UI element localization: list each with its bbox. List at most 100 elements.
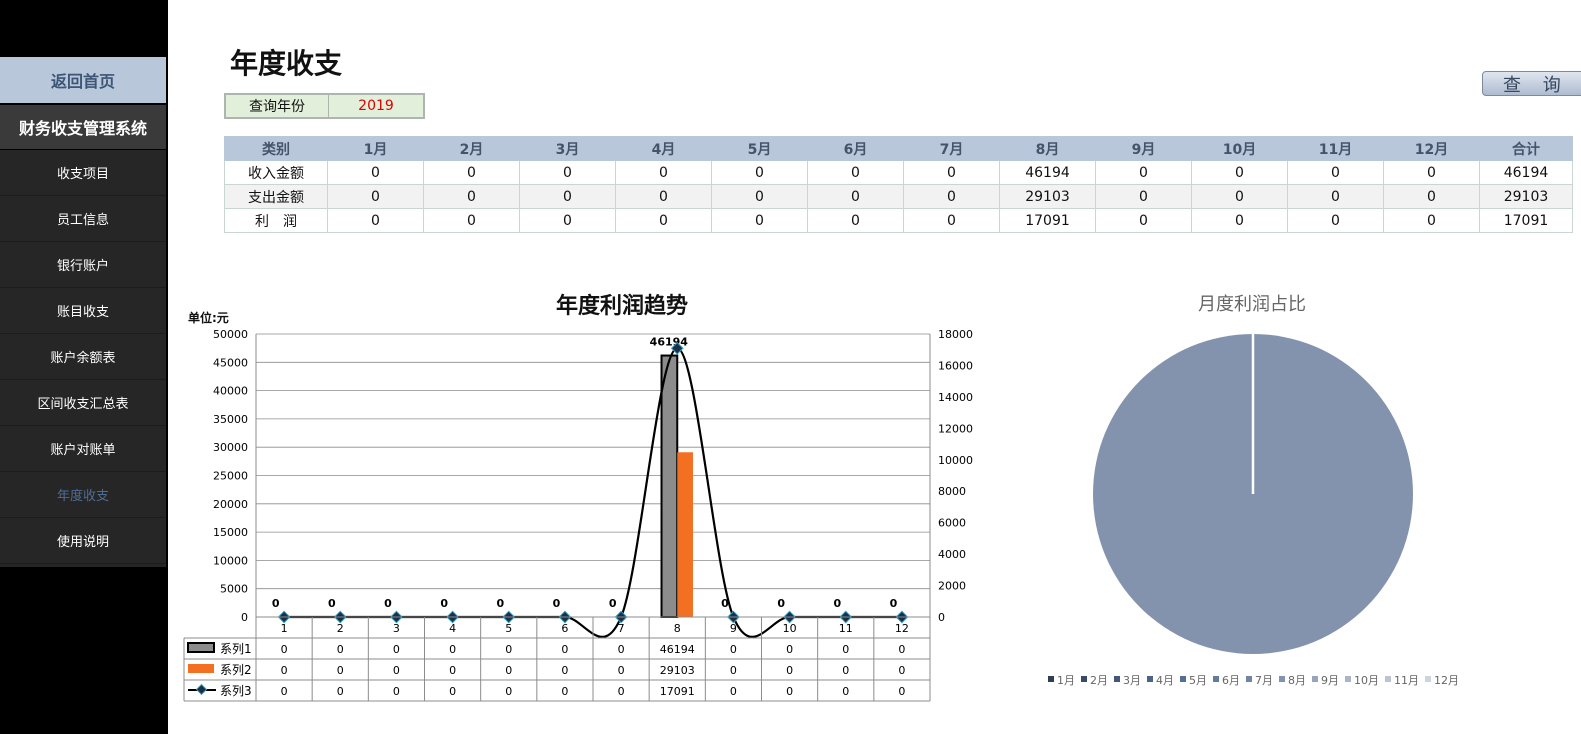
table-value: 0 <box>898 643 905 656</box>
trend-chart-title: 年度利润趋势 <box>556 294 689 319</box>
y-tick-label-left: 40000 <box>213 385 248 398</box>
x-tick-label: 11 <box>839 622 853 635</box>
pie-legend-label: 5月 <box>1189 674 1207 687</box>
bar-data-label: 0 <box>272 597 280 610</box>
pie-legend-key <box>1180 676 1186 682</box>
table-value: 29103 <box>660 664 695 677</box>
header-month: 11月 <box>1287 136 1384 161</box>
value-cell: 0 <box>711 160 808 185</box>
pie-legend-label: 12月 <box>1434 674 1459 687</box>
pie-legend-key <box>1213 676 1219 682</box>
sidebar-item-bank-accounts[interactable]: 银行账户 <box>0 242 166 288</box>
y-tick-label-left: 0 <box>241 611 248 624</box>
home-button[interactable]: 返回首页 <box>0 57 166 103</box>
value-cell: 0 <box>1383 184 1480 209</box>
x-tick-label: 5 <box>505 622 512 635</box>
header-month: 10月 <box>1191 136 1288 161</box>
pie-legend-label: 2月 <box>1090 674 1108 687</box>
header-month: 12月 <box>1383 136 1480 161</box>
value-cell: 0 <box>519 208 616 233</box>
y-tick-label-right: 18000 <box>938 328 973 341</box>
pie-legend-key <box>1312 676 1318 682</box>
x-tick-label: 12 <box>895 622 909 635</box>
value-cell: 0 <box>1191 208 1288 233</box>
line-series3 <box>284 347 902 638</box>
sidebar-item-annual[interactable]: 年度收支 <box>0 472 166 518</box>
value-cell: 0 <box>1095 160 1192 185</box>
bar-series2 <box>677 452 693 617</box>
bar-data-label: 0 <box>440 597 448 610</box>
table-value: 0 <box>393 664 400 677</box>
y-tick-label-left: 5000 <box>220 583 248 596</box>
value-cell: 0 <box>615 184 712 209</box>
header-month: 5月 <box>711 136 808 161</box>
table-value: 0 <box>730 685 737 698</box>
y-tick-label-left: 50000 <box>213 328 248 341</box>
sidebar-item-balance[interactable]: 账户余额表 <box>0 334 166 380</box>
sidebar: 返回首页 财务收支管理系统 收支项目 员工信息 银行账户 账目收支 账户余额表 … <box>0 0 168 734</box>
legend-key-marker <box>195 683 208 696</box>
sidebar-item-statement[interactable]: 账户对账单 <box>0 426 166 472</box>
summary-table: 类别 1月 2月 3月 4月 5月 6月 7月 8月 9月 10月 11月 12… <box>224 136 1573 233</box>
pie-legend-key <box>1081 676 1087 682</box>
table-value: 0 <box>281 664 288 677</box>
legend-key <box>187 642 215 653</box>
page-title: 年度收支 <box>230 47 343 80</box>
year-label: 查询年份 <box>226 95 329 117</box>
y-tick-label-right: 0 <box>938 611 945 624</box>
x-tick-label: 7 <box>618 622 625 635</box>
header-month: 8月 <box>999 136 1096 161</box>
table-value: 0 <box>898 664 905 677</box>
sidebar-item-help[interactable]: 使用说明 <box>0 518 166 564</box>
sidebar-item-ledger[interactable]: 账目收支 <box>0 288 166 334</box>
y-tick-label-left: 35000 <box>213 413 248 426</box>
x-tick-label: 9 <box>730 622 737 635</box>
value-cell: 0 <box>1191 160 1288 185</box>
trend-chart: 0500010000150002000025000300003500040000… <box>183 328 973 702</box>
value-cell: 0 <box>327 184 424 209</box>
table-value: 0 <box>730 643 737 656</box>
value-cell: 0 <box>807 184 904 209</box>
query-button[interactable]: 查 询 <box>1482 71 1581 96</box>
table-value: 0 <box>618 664 625 677</box>
header-total: 合计 <box>1479 136 1573 161</box>
table-value: 0 <box>505 643 512 656</box>
pie-legend-key <box>1114 676 1120 682</box>
sidebar-item-employees[interactable]: 员工信息 <box>0 196 166 242</box>
table-value: 0 <box>842 685 849 698</box>
value-cell: 0 <box>423 160 520 185</box>
pie-legend-label: 9月 <box>1321 674 1339 687</box>
pie-legend-key <box>1345 676 1351 682</box>
pie-legend-label: 3月 <box>1123 674 1141 687</box>
table-value: 0 <box>281 685 288 698</box>
table-value: 0 <box>730 664 737 677</box>
table-value: 0 <box>337 664 344 677</box>
row-label: 利 润 <box>224 208 328 233</box>
table-value: 0 <box>842 643 849 656</box>
value-cell: 0 <box>1287 184 1384 209</box>
table-value: 0 <box>337 643 344 656</box>
table-value: 0 <box>281 643 288 656</box>
table-value: 0 <box>898 685 905 698</box>
table-value: 0 <box>561 685 568 698</box>
sidebar-item-period-summary[interactable]: 区间收支汇总表 <box>0 380 166 426</box>
table-value: 0 <box>505 685 512 698</box>
summary-header-row: 类别 1月 2月 3月 4月 5月 6月 7月 8月 9月 10月 11月 12… <box>224 136 1573 161</box>
bar-data-label: 0 <box>890 597 898 610</box>
total-cell: 17091 <box>1479 208 1573 233</box>
system-title: 财务收支管理系统 <box>0 105 166 149</box>
sidebar-item-income-items[interactable]: 收支项目 <box>0 150 166 196</box>
pie-chart: 1月 2月 3月 4月 5月 6月 7月 8月 9月 10月 11月 12月 <box>1048 334 1459 687</box>
bar-data-label: 0 <box>496 597 504 610</box>
year-input[interactable]: 2019 <box>329 95 423 117</box>
table-value: 0 <box>505 664 512 677</box>
y-tick-label-left: 25000 <box>213 470 248 483</box>
expense-row: 支出金额 0 0 0 0 0 0 0 29103 0 0 0 0 29103 <box>224 184 1573 209</box>
table-value: 0 <box>449 643 456 656</box>
value-cell: 0 <box>1287 160 1384 185</box>
value-cell: 0 <box>807 160 904 185</box>
value-cell: 29103 <box>999 184 1096 209</box>
table-value: 0 <box>842 664 849 677</box>
total-cell: 46194 <box>1479 160 1573 185</box>
bar-data-label: 0 <box>833 597 841 610</box>
